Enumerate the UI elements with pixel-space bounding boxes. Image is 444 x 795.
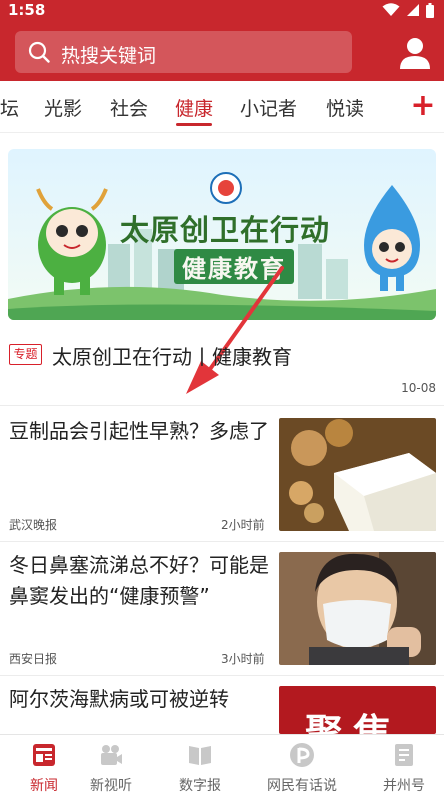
tab-health[interactable]: 健康 xyxy=(175,94,213,121)
topic-title: 太原创卫在行动丨健康教育 xyxy=(52,345,292,369)
status-time: 1:58 xyxy=(8,1,46,19)
news-title: 豆制品会引起性早熟？多虑了 xyxy=(9,419,269,443)
nav-bingzhou[interactable]: 并州号 xyxy=(360,735,444,795)
nav-digital-paper[interactable]: 数字报 xyxy=(156,735,244,795)
tab-society[interactable]: 社会 xyxy=(110,94,148,121)
news-time: 2小时前 xyxy=(221,518,265,532)
news-item[interactable]: 冬日鼻塞流涕总不好？可能是鼻窦发出的“健康预警” 西安日报 3小时前 xyxy=(0,550,444,675)
user-icon xyxy=(400,38,430,69)
news-item[interactable]: 豆制品会引起性早熟？多虑了 武汉晚报 2小时前 xyxy=(0,416,444,541)
divider xyxy=(0,405,444,406)
user-profile-button[interactable] xyxy=(397,36,433,70)
divider xyxy=(0,541,444,542)
news-thumbnail xyxy=(279,552,436,665)
doc-icon xyxy=(395,744,413,766)
search-bar[interactable]: 热搜关键词 xyxy=(15,31,352,73)
tab-photo[interactable]: 光影 xyxy=(44,94,82,121)
nav-video[interactable]: 新视听 xyxy=(67,735,155,795)
nav-label: 网民有话说 xyxy=(267,778,337,794)
book-icon xyxy=(189,746,211,765)
news-time: 3小时前 xyxy=(221,652,265,666)
video-icon xyxy=(101,745,122,765)
signal-icon xyxy=(407,4,419,16)
banner-headline: 太原创卫在行动 xyxy=(120,213,331,247)
news-title: 冬日鼻塞流涕总不好？可能是鼻窦发出的“健康预警” xyxy=(9,553,269,608)
topic-row[interactable]: 专题 太原创卫在行动丨健康教育 xyxy=(8,340,436,370)
news-item[interactable]: 阿尔茨海默病或可被逆转 聚焦 xyxy=(0,684,444,734)
search-icon xyxy=(28,41,50,63)
nav-label: 数字报 xyxy=(179,778,221,794)
nav-netizen-voice[interactable]: 网民有话说 xyxy=(258,735,346,795)
divider xyxy=(0,675,444,676)
banner-subheadline: 健康教育 xyxy=(174,249,294,284)
tab-young-reporter[interactable]: 小记者 xyxy=(240,94,297,121)
tab-forum[interactable]: 坛 xyxy=(0,94,19,121)
news-source: 武汉晚报 xyxy=(9,518,58,532)
news-title: 阿尔茨海默病或可被逆转 xyxy=(9,687,229,711)
tab-reading[interactable]: 悦读 xyxy=(326,94,364,121)
status-bar: 1:58 xyxy=(0,0,444,22)
speech-icon xyxy=(290,743,314,767)
news-thumbnail: 聚焦 xyxy=(279,686,436,734)
status-icons xyxy=(382,2,434,18)
nav-label: 新视听 xyxy=(90,778,132,794)
topic-date: 10-08 xyxy=(401,381,436,395)
bottom-navigation: 新闻 新视听 数字报 网民有话说 并州号 xyxy=(0,734,444,795)
battery-icon xyxy=(426,2,434,18)
wifi-icon xyxy=(382,3,400,16)
tabs-fade xyxy=(372,81,404,131)
news-thumbnail xyxy=(279,418,436,531)
search-placeholder: 热搜关键词 xyxy=(61,45,157,67)
nav-label: 并州号 xyxy=(383,778,425,794)
topic-tag: 专题 xyxy=(9,344,42,365)
add-channel-button[interactable]: + xyxy=(408,89,438,123)
news-icon xyxy=(33,744,55,766)
app-header: 1:58 热搜关键词 xyxy=(0,0,444,81)
active-tab-indicator xyxy=(176,123,212,126)
category-tabs: 坛 光影 社会 健康 小记者 悦读 + xyxy=(0,81,444,133)
news-source: 西安日报 xyxy=(9,652,58,666)
topic-banner[interactable]: 太原创卫在行动 健康教育 xyxy=(8,149,436,320)
thumbnail-text: 聚焦 xyxy=(305,711,402,734)
